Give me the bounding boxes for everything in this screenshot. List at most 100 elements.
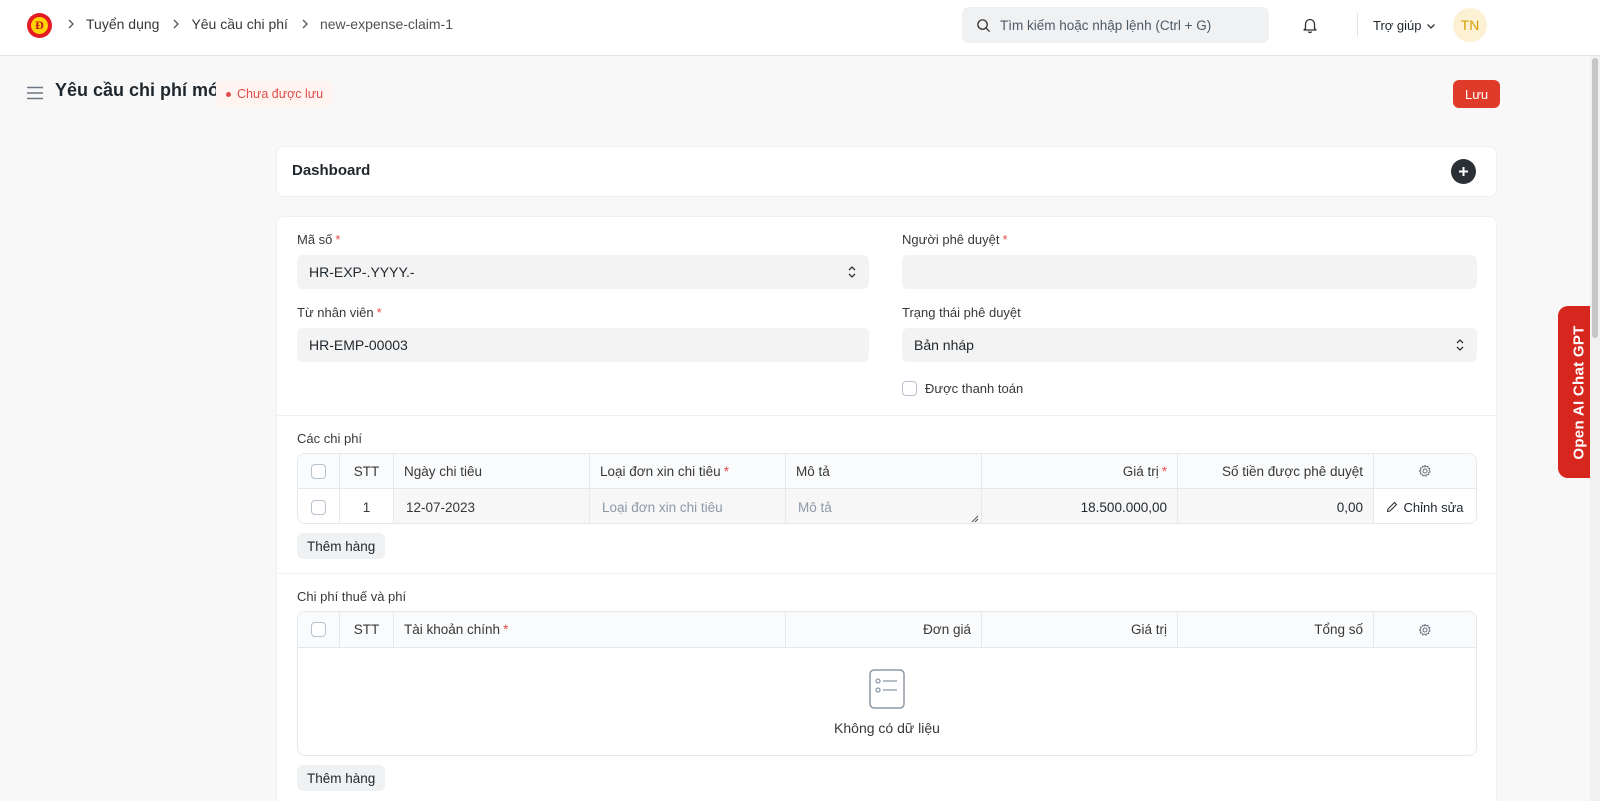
empty-list-icon — [869, 669, 905, 709]
add-expense-row-button[interactable]: Thêm hàng — [297, 533, 386, 559]
taxes-header-row: STT Tài khoản chính * Đơn giá Giá trị Tổn… — [298, 612, 1476, 648]
dashboard-section: Dashboard — [276, 146, 1497, 197]
naming-series-label: Mã số * — [297, 232, 341, 247]
chevron-right-icon — [66, 19, 76, 29]
employee-field[interactable]: HR-EMP-00003 — [297, 328, 869, 362]
taxes-table: STT Tài khoản chính * Đơn giá Giá trị Tổn… — [297, 611, 1477, 756]
tax-col-account-head: Tài khoản chính * — [394, 612, 786, 647]
naming-series-value: HR-EXP-.YYYY.- — [309, 264, 415, 280]
row-description[interactable]: Mô tả — [786, 489, 982, 523]
taxes-label: Chi phí thuế và phí — [297, 589, 407, 604]
tax-col-account-head-text: Tài khoản chính — [404, 622, 501, 637]
section-divider — [277, 573, 1496, 574]
page-scrollbar[interactable] — [1590, 56, 1600, 801]
employee-value: HR-EMP-00003 — [309, 337, 408, 353]
logo-letter: Đ — [31, 17, 48, 34]
help-label: Trợ giúp — [1373, 18, 1422, 33]
tax-col-amount: Giá trị — [982, 612, 1178, 647]
dashboard-title[interactable]: Dashboard — [292, 162, 370, 179]
gear-icon[interactable] — [1418, 464, 1432, 478]
col-description: Mô tả — [786, 454, 982, 488]
hamburger-menu-icon[interactable] — [27, 86, 43, 100]
expenses-header-row: STT Ngày chi tiêu Loại đơn xin chi tiêu *… — [298, 454, 1476, 489]
form-card: Mã số * HR-EXP-.YYYY.- Từ nhân viên * HR-E… — [276, 216, 1497, 801]
expenses-table: STT Ngày chi tiêu Loại đơn xin chi tiêu *… — [297, 453, 1477, 524]
search-icon — [977, 18, 991, 32]
row-sanctioned-amount[interactable]: 0,00 — [1178, 489, 1374, 523]
gear-icon[interactable] — [1418, 623, 1432, 637]
save-button[interactable]: Lưu — [1453, 80, 1501, 108]
approval-status-select[interactable]: Bản nháp — [902, 328, 1477, 362]
plus-icon — [1459, 167, 1468, 176]
table-row[interactable]: 1 12-07-2023 Loại đơn xin chi tiêu Mô tả… — [298, 489, 1476, 523]
status-badge: Chưa được lưu — [216, 81, 334, 107]
select-arrows-icon — [848, 266, 856, 278]
select-arrows-icon — [1456, 339, 1464, 351]
search-input[interactable] — [1000, 17, 1250, 33]
app-logo[interactable]: Đ — [27, 13, 52, 38]
row-edit-label: Chỉnh sửa — [1403, 499, 1464, 515]
naming-series-select[interactable]: HR-EXP-.YYYY.- — [297, 255, 869, 289]
status-text: Chưa được lưu — [237, 87, 324, 101]
approver-label: Người phê duyệt * — [902, 232, 1008, 247]
chevron-down-icon — [1426, 23, 1435, 29]
status-dot — [226, 91, 231, 97]
taxes-select-all-cell — [298, 612, 340, 647]
is-paid-label[interactable]: Được thanh toán — [925, 381, 1023, 396]
col-sanctioned-amount: Số tiền được phê duyệt — [1178, 454, 1374, 488]
col-idx: STT — [340, 454, 394, 488]
add-tax-row-button[interactable]: Thêm hàng — [297, 765, 386, 791]
page-title: Yêu cầu chi phí mới — [55, 80, 226, 100]
employee-label: Từ nhân viên * — [297, 305, 382, 320]
breadcrumb-item-current[interactable]: new-expense-claim-1 — [320, 16, 453, 32]
row-idx: 1 — [340, 489, 394, 523]
col-expense-date: Ngày chi tiêu — [394, 454, 590, 488]
expenses-label: Các chi phí — [297, 431, 363, 446]
avatar[interactable]: TN — [1453, 8, 1487, 42]
select-all-cell — [298, 454, 340, 488]
navbar: Đ Tuyển dụng Yêu cầu chi phí new-expense… — [0, 0, 1600, 56]
taxes-empty-state: Không có dữ liệu — [298, 648, 1476, 755]
select-all-checkbox[interactable] — [311, 463, 326, 479]
expand-dashboard-button[interactable] — [1451, 159, 1476, 184]
empty-state-text: Không có dữ liệu — [834, 720, 940, 736]
pencil-icon — [1387, 501, 1398, 513]
col-expense-type-text: Loại đơn xin chi tiêu — [600, 463, 721, 479]
row-edit-cell: Chỉnh sửa — [1374, 489, 1476, 523]
approver-label-text: Người phê duyệt — [902, 232, 1000, 247]
breadcrumb-item-recruitment[interactable]: Tuyển dụng — [86, 16, 159, 32]
resize-handle-icon[interactable] — [971, 515, 979, 523]
tax-col-settings — [1374, 612, 1476, 647]
employee-label-text: Từ nhân viên — [297, 305, 374, 320]
breadcrumb: Tuyển dụng Yêu cầu chi phí new-expense-c… — [64, 16, 463, 32]
scrollbar-thumb[interactable] — [1592, 58, 1598, 338]
row-expense-date[interactable]: 12-07-2023 — [394, 489, 590, 523]
chevron-right-icon — [171, 19, 181, 29]
approval-status-value: Bản nháp — [914, 337, 974, 353]
approver-field[interactable] — [902, 255, 1477, 289]
row-edit-button[interactable]: Chỉnh sửa — [1386, 499, 1464, 515]
bell-icon[interactable] — [1301, 16, 1319, 34]
row-description-placeholder: Mô tả — [798, 499, 832, 515]
row-expense-type[interactable]: Loại đơn xin chi tiêu — [590, 489, 786, 523]
help-dropdown[interactable]: Trợ giúp — [1373, 18, 1436, 33]
navbar-divider — [1357, 13, 1358, 37]
tax-col-idx: STT — [340, 612, 394, 647]
openai-chat-label: Open AI Chat GPT — [1570, 324, 1588, 460]
tax-col-rate: Đơn giá — [786, 612, 982, 647]
col-expense-type: Loại đơn xin chi tiêu * — [590, 454, 786, 488]
col-amount-text: Giá trị — [1122, 463, 1159, 479]
breadcrumb-item-expense-claim[interactable]: Yêu cầu chi phí — [191, 16, 288, 32]
approval-status-label: Trạng thái phê duyệt — [902, 305, 1021, 320]
search-bar[interactable] — [962, 7, 1269, 43]
taxes-select-all-checkbox[interactable] — [311, 622, 326, 637]
naming-series-label-text: Mã số — [297, 232, 333, 247]
row-checkbox[interactable] — [311, 499, 326, 515]
tax-col-total: Tổng số — [1178, 612, 1374, 647]
row-amount[interactable]: 18.500.000,00 — [982, 489, 1178, 523]
section-divider — [277, 415, 1496, 416]
row-select-cell — [298, 489, 340, 523]
col-settings — [1374, 454, 1476, 488]
col-amount: Giá trị * — [982, 454, 1178, 488]
is-paid-checkbox[interactable] — [902, 381, 917, 396]
